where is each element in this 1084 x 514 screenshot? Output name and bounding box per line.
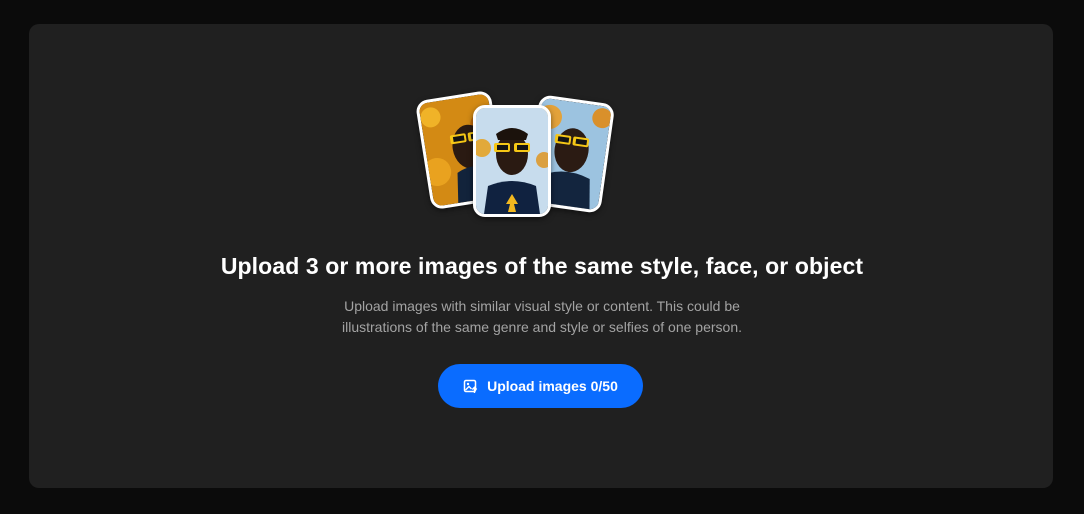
upload-count: 0/50 — [590, 378, 618, 394]
example-images-stack — [414, 88, 618, 218]
upload-description-line-1: Upload images with similar visual style … — [344, 298, 740, 314]
upload-images-button[interactable]: Upload images 0/50 — [438, 364, 643, 408]
upload-description-line-2: illustrations of the same genre and styl… — [342, 319, 742, 335]
upload-description: Upload images with similar visual style … — [300, 296, 784, 338]
example-image-center — [473, 105, 551, 217]
upload-headline: Upload 3 or more images of the same styl… — [220, 253, 864, 279]
upload-button-label: Upload images 0/50 — [487, 378, 618, 394]
upload-button-text: Upload images — [487, 378, 587, 394]
image-upload-icon — [463, 379, 478, 394]
